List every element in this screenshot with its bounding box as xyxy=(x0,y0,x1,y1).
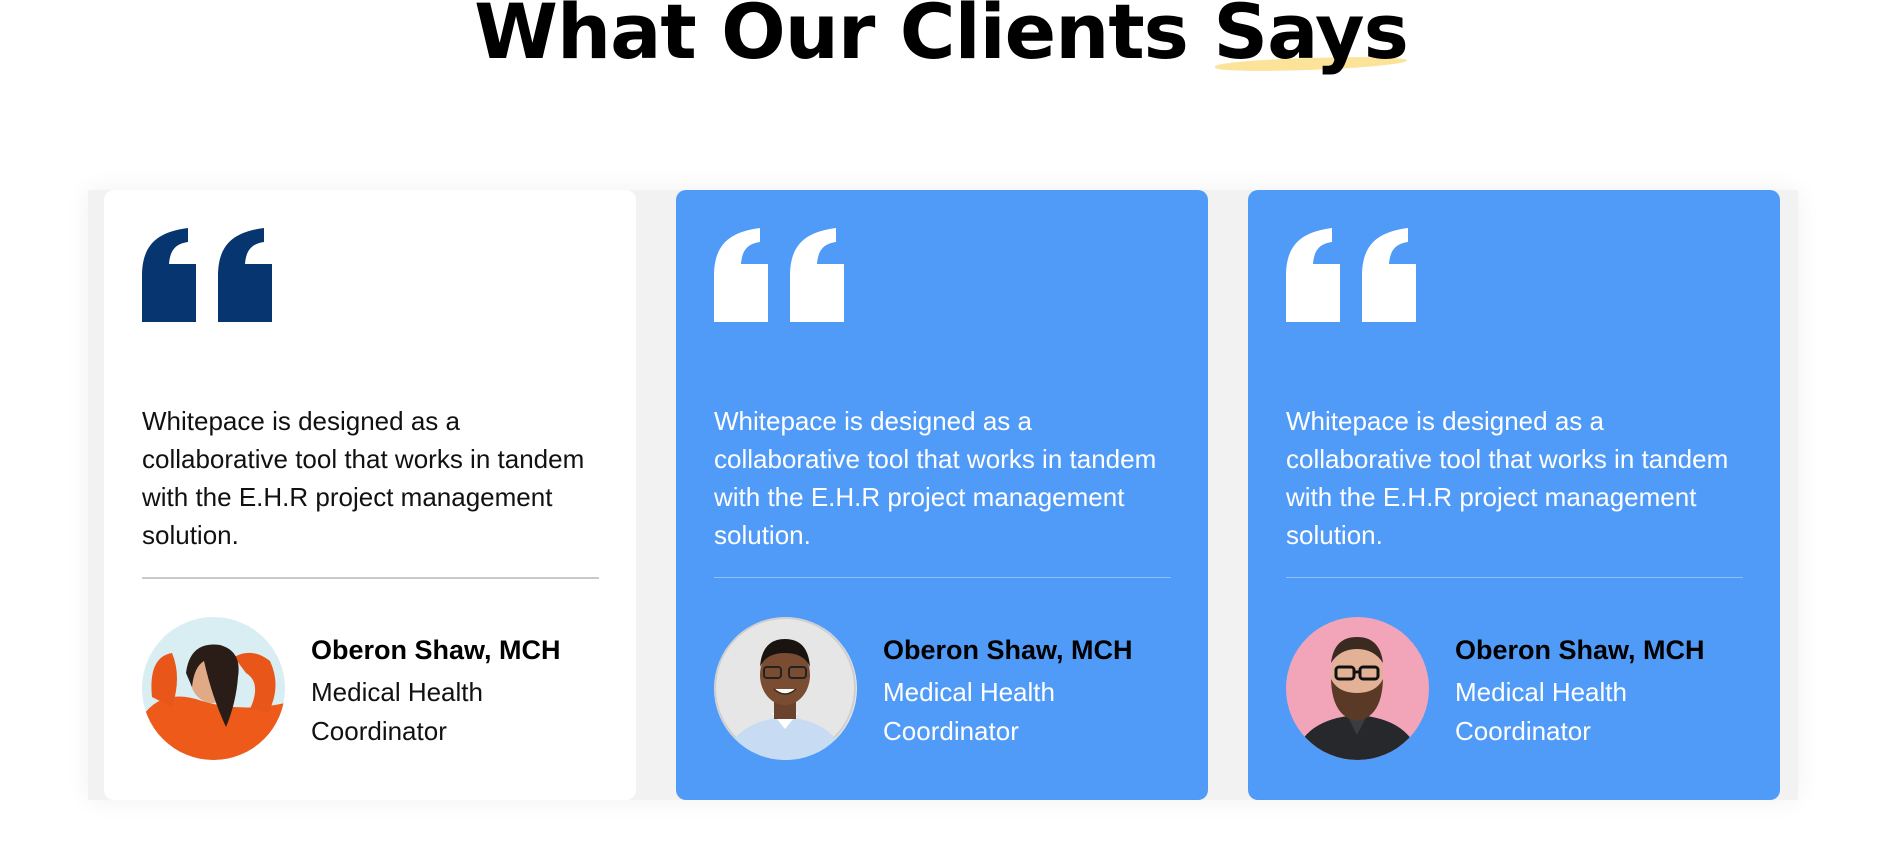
quote-icon xyxy=(1286,228,1416,322)
section-title-main: What Our Clients xyxy=(474,0,1189,76)
testimonial-quote: Whitepace is designed as a collaborative… xyxy=(714,406,1157,550)
testimonial-card-2: Whitepace is designed as a collaborative… xyxy=(676,190,1208,800)
woman-orange-sweater-avatar xyxy=(142,617,285,760)
section-title-highlight: Says xyxy=(1213,0,1408,82)
section-title: What Our Clients Says xyxy=(0,0,1882,82)
testimonial-author-name: Oberon Shaw, MCH xyxy=(883,635,1133,665)
testimonial-quote: Whitepace is designed as a collaborative… xyxy=(142,406,585,550)
testimonial-author-role: Medical Health Coordinator xyxy=(883,677,1055,746)
quote-icon xyxy=(142,228,272,322)
testimonial-card-3: Whitepace is designed as a collaborative… xyxy=(1248,190,1780,800)
testimonial-author-name: Oberon Shaw, MCH xyxy=(1455,635,1705,665)
testimonial-quote: Whitepace is designed as a collaborative… xyxy=(1286,406,1729,550)
divider xyxy=(142,577,599,579)
testimonial-card-1: Whitepace is designed as a collaborative… xyxy=(104,190,636,800)
testimonial-author-role: Medical Health Coordinator xyxy=(311,677,483,746)
bearded-man-pink-background-avatar xyxy=(1286,617,1429,760)
divider xyxy=(1286,577,1743,578)
testimonial-author-name: Oberon Shaw, MCH xyxy=(311,635,561,665)
divider xyxy=(714,577,1171,578)
testimonial-author-role: Medical Health Coordinator xyxy=(1455,677,1627,746)
man-glasses-smiling-avatar xyxy=(714,617,857,760)
quote-icon xyxy=(714,228,844,322)
